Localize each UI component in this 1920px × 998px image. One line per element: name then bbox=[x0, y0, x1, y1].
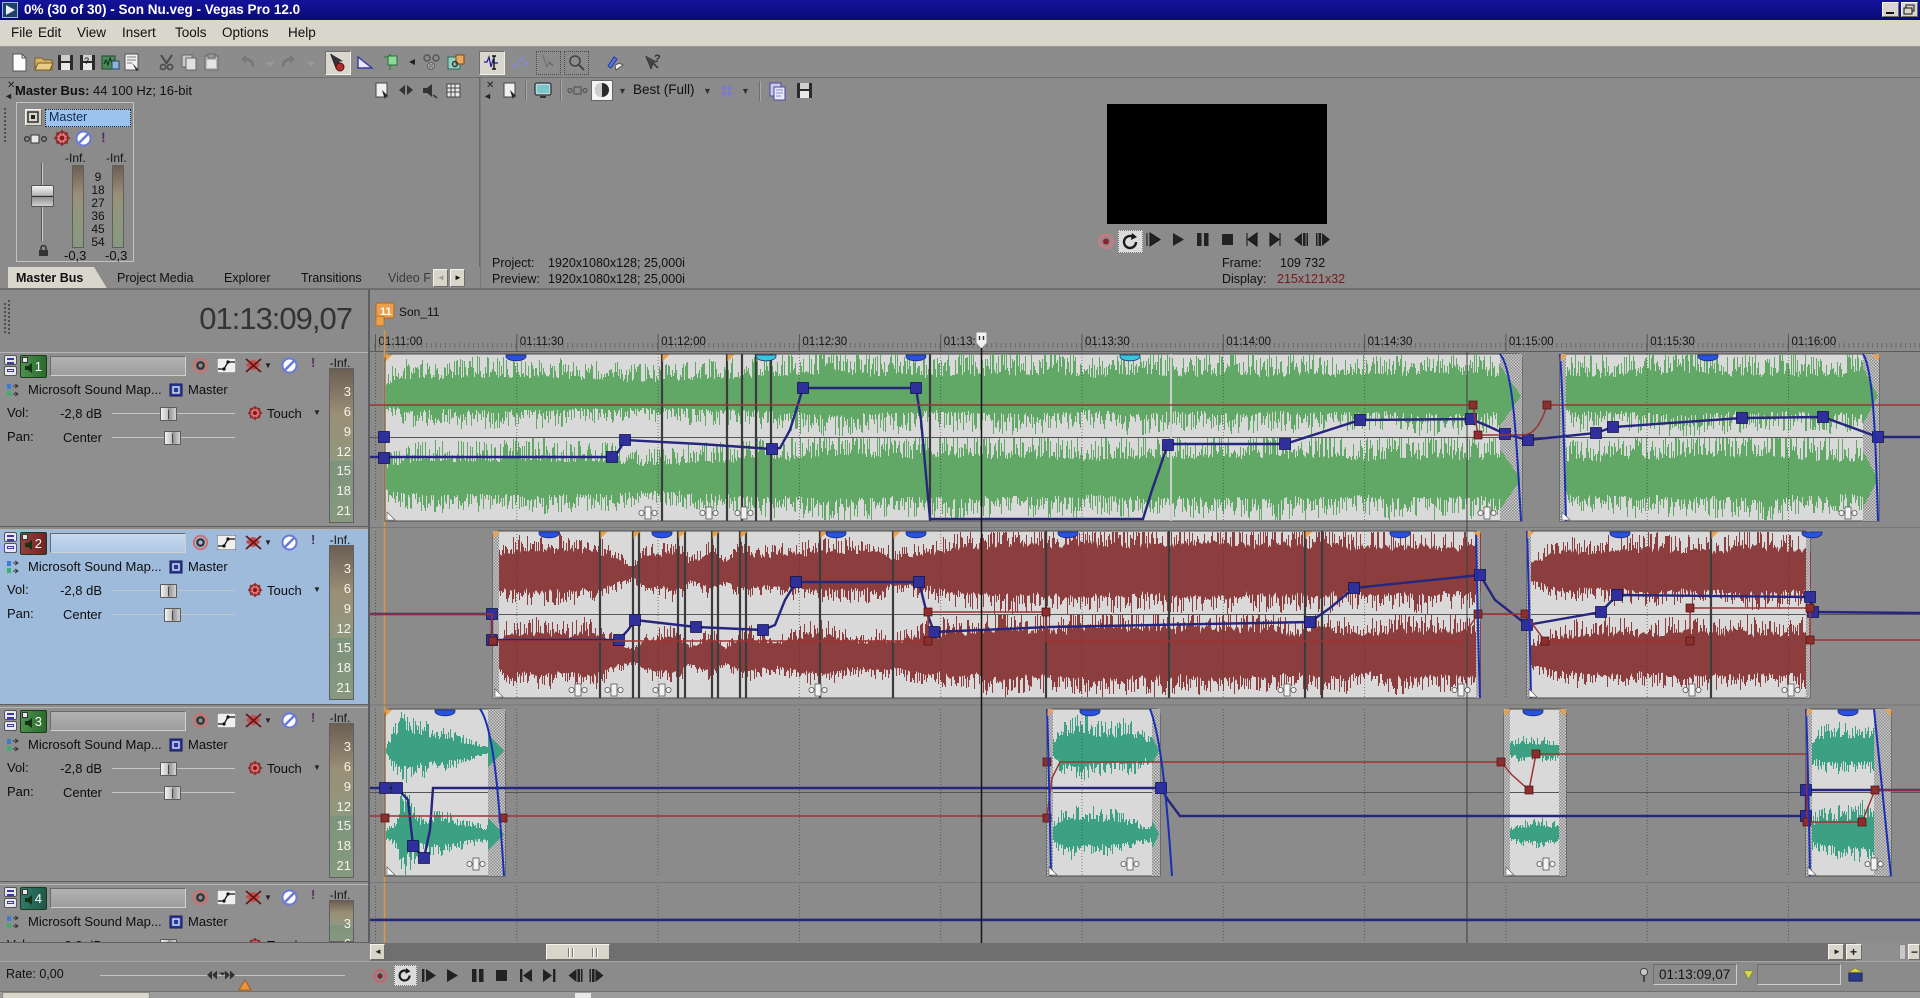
svg-text:?: ? bbox=[654, 53, 661, 65]
svg-text:01:11:30: 01:11:30 bbox=[520, 336, 564, 348]
svg-text:01:15:30: 01:15:30 bbox=[1650, 336, 1695, 348]
svg-text:Son_11: Son_11 bbox=[399, 305, 440, 319]
svg-text:01:12:30: 01:12:30 bbox=[802, 336, 847, 348]
svg-text:01:15:00: 01:15:00 bbox=[1509, 336, 1554, 348]
svg-text:01:14:00: 01:14:00 bbox=[1226, 336, 1271, 348]
svg-text:01:16:00: 01:16:00 bbox=[1792, 336, 1837, 348]
svg-text:01:12:00: 01:12:00 bbox=[661, 336, 706, 348]
svg-text:11: 11 bbox=[380, 306, 392, 318]
svg-text:01:13:30: 01:13:30 bbox=[1085, 336, 1130, 348]
svg-text:?: ? bbox=[84, 56, 89, 66]
svg-text:01:14:30: 01:14:30 bbox=[1368, 336, 1413, 348]
